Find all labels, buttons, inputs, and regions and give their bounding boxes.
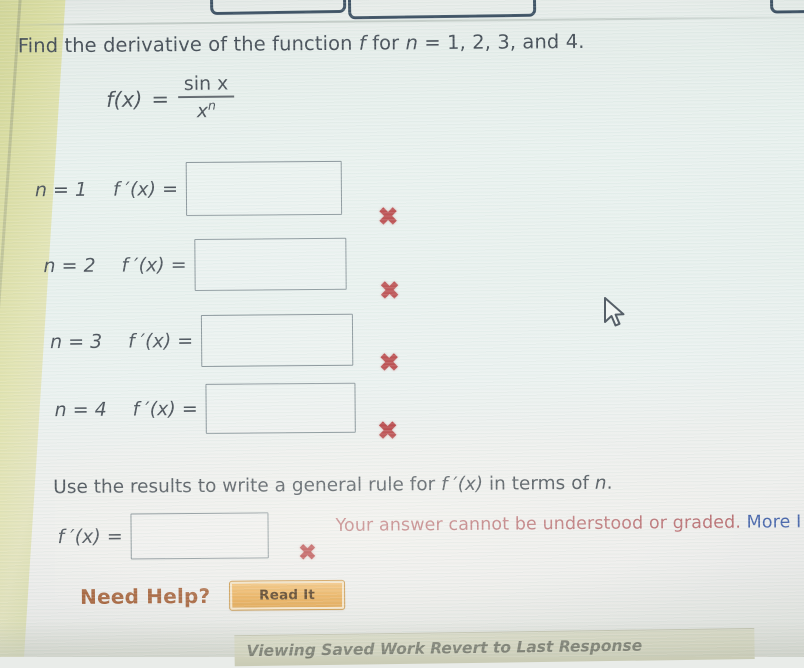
answer-row-n2: n = 2 f ′(x) = — [43, 237, 347, 292]
n-label-4: n = 4 — [54, 398, 107, 422]
grading-error-message: Your answer cannot be understood or grad… — [335, 512, 801, 536]
derivative-label-1: f ′(x) = — [112, 178, 179, 201]
more-information-link[interactable]: More I — [747, 512, 802, 532]
derivative-label-2: f ′(x) = — [121, 254, 187, 277]
n-label-2: n = 2 — [43, 254, 96, 278]
formula-lhs: f(x) — [106, 87, 143, 112]
derivative-label-3: f ′(x) = — [128, 330, 194, 353]
answer-input-n2[interactable] — [194, 237, 347, 291]
error-message-text: Your answer cannot be understood or grad… — [335, 512, 747, 536]
incorrect-mark-n3: ✖ — [378, 348, 401, 379]
formula-fraction: sin x xn — [177, 72, 235, 122]
answer-input-n4[interactable] — [205, 382, 356, 434]
need-help-label: Need Help? — [80, 583, 211, 609]
answer-row-n3: n = 3 f ′(x) = — [50, 313, 354, 368]
formula-denominator-base: x — [196, 99, 209, 122]
rule-instruction-fprime: f ′(x) — [441, 473, 484, 496]
incorrect-mark-n1: ✖ — [377, 202, 400, 233]
formula-numerator: sin x — [183, 72, 229, 96]
n-label-3: n = 3 — [50, 330, 103, 354]
formula-denominator: xn — [191, 97, 222, 122]
incorrect-mark-n2: ✖ — [378, 276, 401, 307]
rule-instruction-n: n — [594, 472, 607, 494]
prompt-prefix: Find the derivative of the function — [17, 31, 359, 58]
derivative-label-4: f ′(x) = — [132, 397, 198, 421]
answer-row-n1: n = 1 f ′(x) = — [34, 160, 343, 217]
question-prompt: Find the derivative of the function f fo… — [18, 30, 585, 57]
prompt-mid: for — [365, 31, 406, 55]
general-rule-instruction: Use the results to write a general rule … — [53, 473, 612, 498]
general-rule-answer-row: f ′(x) = — [57, 512, 269, 560]
rule-instruction-suffix: . — [606, 472, 613, 494]
formula-equals: = — [151, 86, 170, 112]
read-it-button[interactable]: Read It — [228, 579, 346, 611]
general-rule-answer-input[interactable] — [130, 512, 269, 560]
rule-instruction-prefix: Use the results to write a general rule … — [53, 474, 442, 499]
general-rule-derivative-label: f ′(x) = — [57, 525, 123, 549]
rule-instruction-mid: in terms of — [482, 472, 595, 495]
formula-denominator-exponent: n — [207, 97, 217, 113]
saved-work-status-bar: Viewing Saved Work Revert to Last Respon… — [234, 628, 755, 667]
incorrect-mark-general-rule: ✖ — [297, 540, 318, 567]
answer-row-n4: n = 4 f ′(x) = — [54, 382, 356, 436]
incorrect-mark-n4: ✖ — [376, 416, 399, 447]
prompt-suffix: = 1, 2, 3, and 4. — [417, 29, 585, 55]
prompt-n-symbol: n — [405, 31, 419, 55]
question-content: Find the derivative of the function f fo… — [0, 0, 804, 667]
mouse-cursor-icon — [604, 297, 625, 327]
answer-input-n3[interactable] — [200, 313, 354, 367]
answer-input-n1[interactable] — [185, 160, 343, 217]
function-definition-formula: f(x) = sin x xn — [106, 72, 235, 123]
n-label-1: n = 1 — [34, 178, 88, 202]
